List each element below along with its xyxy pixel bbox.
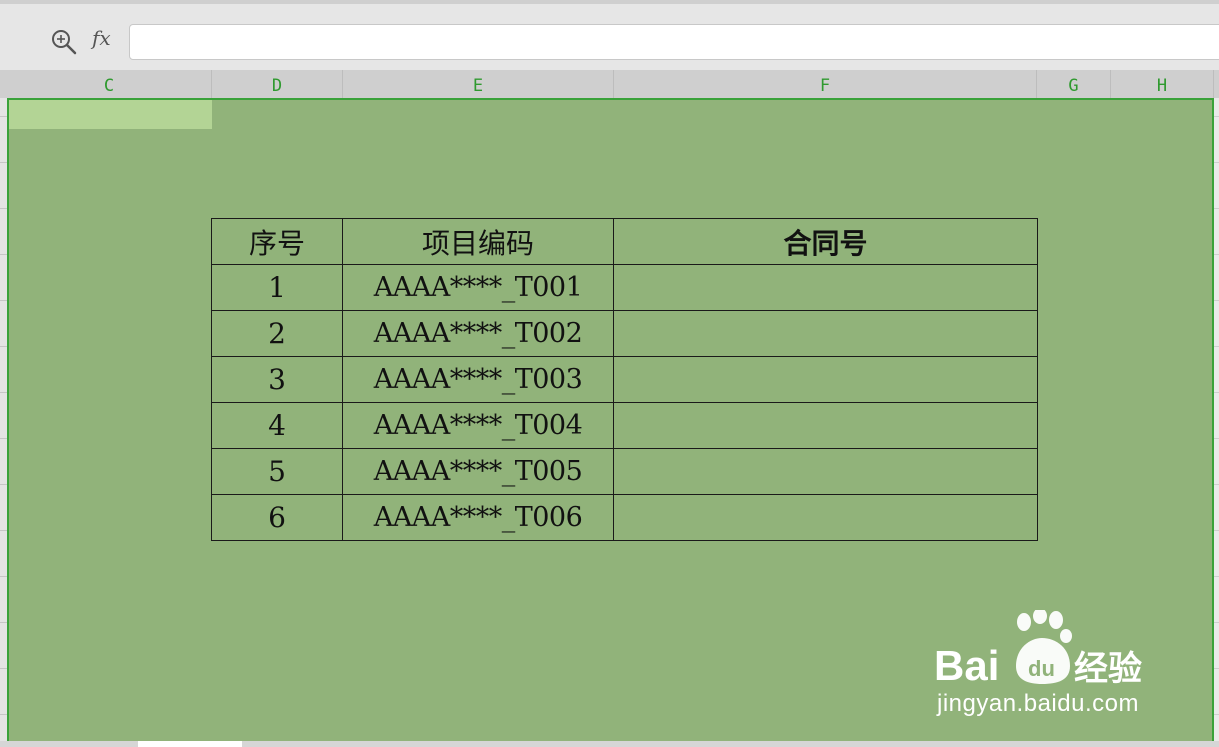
cell-project-code[interactable]: AAAA****_T004: [342, 402, 614, 449]
formula-bar: fx: [0, 0, 1219, 70]
row-divider: [0, 162, 7, 163]
zoom-icon[interactable]: [50, 28, 78, 56]
cell-contract-no[interactable]: [613, 448, 1038, 495]
column-header-g[interactable]: G: [1037, 70, 1111, 98]
row-divider: [1214, 162, 1219, 163]
cell-index[interactable]: 2: [211, 310, 343, 357]
row-divider: [0, 530, 7, 531]
row-divider: [0, 300, 7, 301]
svg-text:Bai: Bai: [934, 642, 999, 689]
cell-contract-no[interactable]: [613, 264, 1038, 311]
header-cell-project-code[interactable]: 项目编码: [342, 218, 614, 265]
column-header-c[interactable]: C: [7, 70, 212, 98]
cell-project-code[interactable]: AAAA****_T005: [342, 448, 614, 495]
row-divider: [0, 254, 7, 255]
column-header-d[interactable]: D: [212, 70, 343, 98]
row-divider: [1214, 576, 1219, 577]
header-cell-index[interactable]: 序号: [211, 218, 343, 265]
row-divider: [1214, 208, 1219, 209]
row-divider: [0, 438, 7, 439]
data-table: 序号 项目编码 合同号 1 AAAA****_T001 2 AAAA****_T…: [211, 218, 1038, 541]
column-header-strip: C D E F G H: [0, 70, 1219, 98]
cell-contract-no[interactable]: [613, 402, 1038, 449]
row-divider: [1214, 300, 1219, 301]
svg-text:经验: 经验: [1074, 649, 1142, 689]
cell-project-code[interactable]: AAAA****_T003: [342, 356, 614, 403]
row-divider: [1214, 438, 1219, 439]
table-row: 6 AAAA****_T006: [211, 494, 1038, 541]
column-header-e[interactable]: E: [343, 70, 614, 98]
row-divider: [0, 392, 7, 393]
row-divider: [0, 484, 7, 485]
row-divider: [0, 714, 7, 715]
cell-index[interactable]: 3: [211, 356, 343, 403]
cell-index[interactable]: 1: [211, 264, 343, 311]
header-cell-contract-no[interactable]: 合同号: [613, 218, 1038, 265]
table-row: 2 AAAA****_T002: [211, 310, 1038, 357]
table-header-row: 序号 项目编码 合同号: [211, 218, 1038, 265]
spreadsheet-window: fx C D E F G H 序号 项目编码 合同号 1 AAAA****_T0…: [0, 0, 1219, 747]
row-divider: [1214, 622, 1219, 623]
active-cell[interactable]: [9, 100, 212, 129]
formula-input[interactable]: [129, 24, 1219, 60]
row-header-strip[interactable]: [0, 98, 7, 747]
cell-contract-no[interactable]: [613, 310, 1038, 357]
cell-project-code[interactable]: AAAA****_T001: [342, 264, 614, 311]
baidu-logo-icon: du Bai 经验: [934, 610, 1142, 689]
svg-text:du: du: [1028, 656, 1055, 681]
baidu-jingyan-watermark: du Bai 经验 jingyan.baidu.com: [932, 610, 1172, 722]
sheet-tab[interactable]: [138, 741, 242, 747]
column-header-f[interactable]: F: [614, 70, 1037, 98]
row-divider: [1214, 116, 1219, 117]
row-divider: [1214, 392, 1219, 393]
cell-contract-no[interactable]: [613, 356, 1038, 403]
row-divider: [0, 622, 7, 623]
table-row: 3 AAAA****_T003: [211, 356, 1038, 403]
cell-index[interactable]: 5: [211, 448, 343, 495]
row-divider: [1214, 530, 1219, 531]
cell-project-code[interactable]: AAAA****_T006: [342, 494, 614, 541]
row-divider: [0, 576, 7, 577]
cell-contract-no[interactable]: [613, 494, 1038, 541]
row-divider: [0, 668, 7, 669]
row-divider: [1214, 714, 1219, 715]
table-row: 1 AAAA****_T001: [211, 264, 1038, 311]
row-divider: [1214, 668, 1219, 669]
row-divider: [1214, 346, 1219, 347]
right-edge-strip: [1214, 98, 1219, 747]
table-row: 4 AAAA****_T004: [211, 402, 1038, 449]
column-header-h[interactable]: H: [1111, 70, 1214, 98]
table-row: 5 AAAA****_T005: [211, 448, 1038, 495]
fx-button[interactable]: fx: [92, 26, 111, 50]
cell-project-code[interactable]: AAAA****_T002: [342, 310, 614, 357]
row-divider: [0, 346, 7, 347]
row-divider: [0, 208, 7, 209]
watermark-url: jingyan.baidu.com: [937, 690, 1139, 717]
cell-index[interactable]: 6: [211, 494, 343, 541]
row-divider: [0, 116, 7, 117]
cell-index[interactable]: 4: [211, 402, 343, 449]
row-divider: [1214, 254, 1219, 255]
row-divider: [1214, 484, 1219, 485]
